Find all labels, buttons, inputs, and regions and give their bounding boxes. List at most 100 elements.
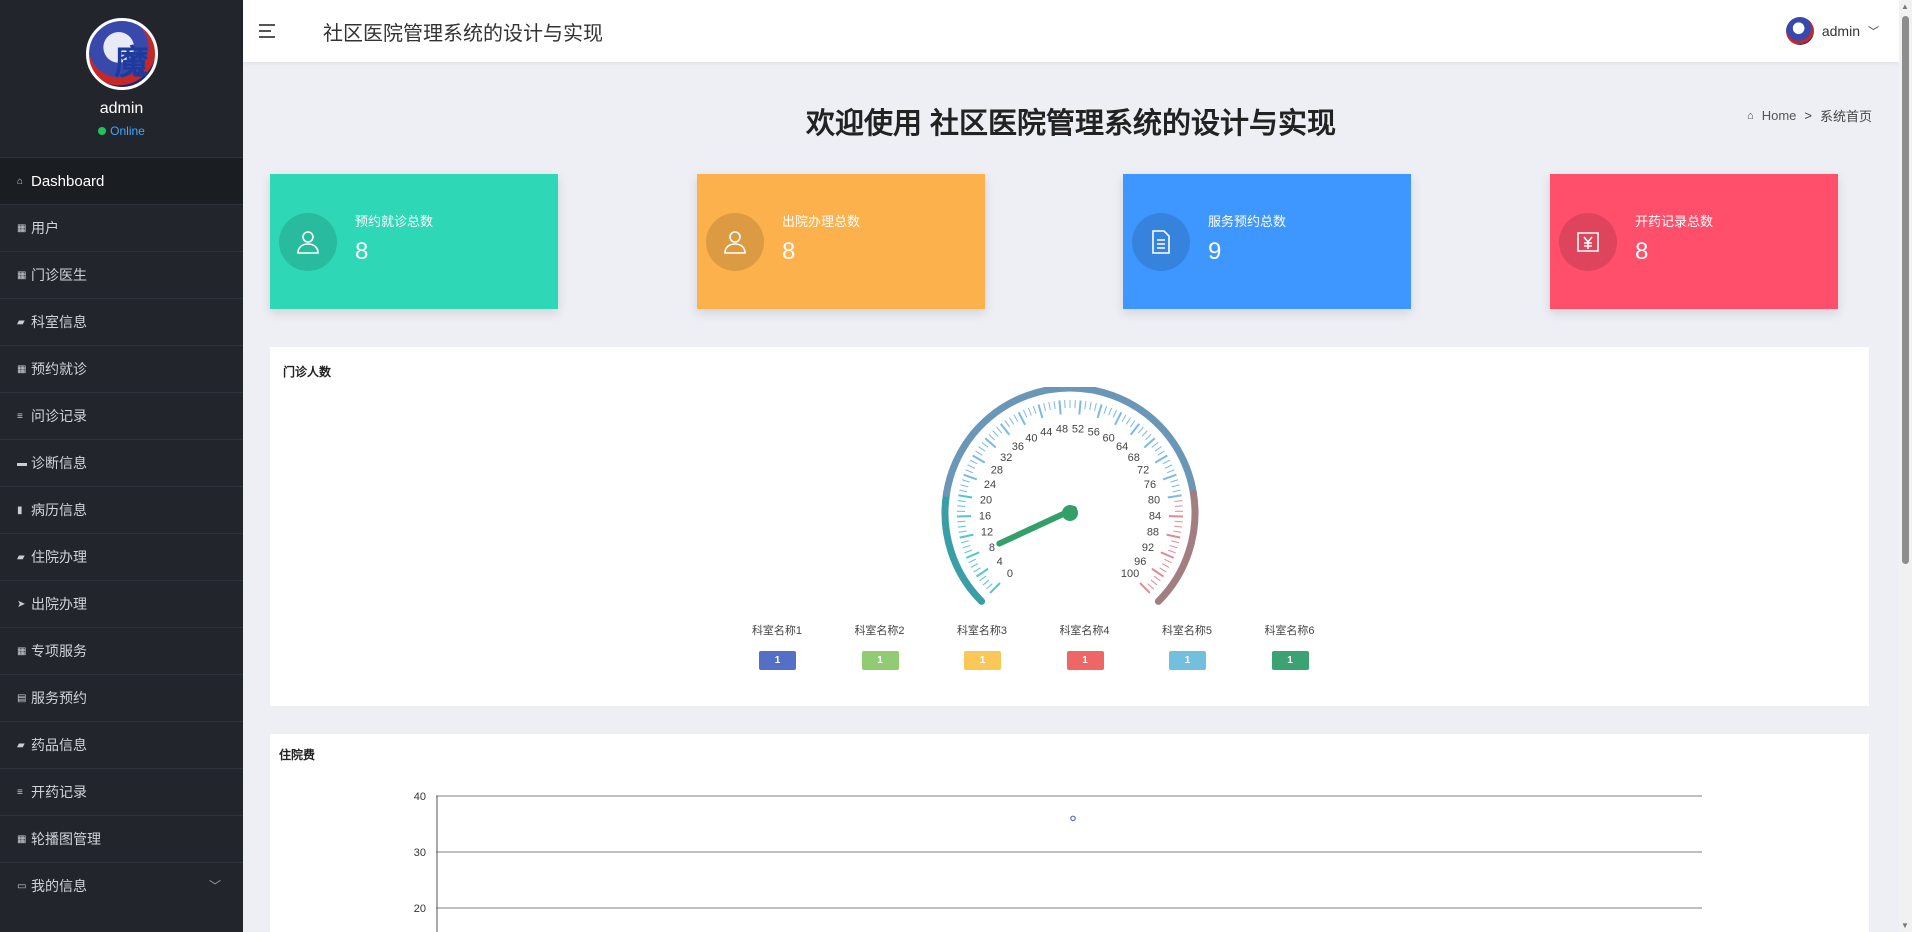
gauge-minor-tick [1170, 479, 1179, 483]
gauge-minor-tick [1162, 459, 1171, 465]
scroll-up-icon[interactable]: ▲ [1901, 2, 1909, 11]
gauge-legend-value: 1 [1066, 651, 1104, 670]
gauge-minor-tick [1174, 520, 1183, 523]
gauge-tick-label: 44 [1040, 426, 1052, 438]
user-menu-name: admin [1821, 23, 1860, 39]
menu-toggle-icon[interactable] [259, 20, 281, 42]
gauge-tick-label: 4 [997, 556, 1003, 568]
sidebar-item-users[interactable]: ▦ 用户 [0, 204, 243, 251]
gauge-legend-value: 1 [964, 651, 1001, 670]
yuan-icon [1559, 212, 1617, 271]
sidebar-menu: ⌂ Dashboard ▦ 用户 ▦ 门诊医生 ▰ 科室信息 ▦ 预约就诊 ≡ 问诊记录 ▬… [0, 157, 243, 909]
gauge-tick-label: 48 [1056, 423, 1068, 435]
scroll-down-icon[interactable]: ▼ [1901, 921, 1909, 930]
list-icon: ≡ [17, 410, 23, 422]
sidebar-item-prescriptions[interactable]: ≡ 开药记录 [0, 768, 243, 815]
gauge-minor-tick [1161, 563, 1170, 568]
sidebar-item-label: Dashboard [31, 172, 105, 190]
gauge-major-tick [1058, 400, 1062, 415]
sidebar-item-consultations[interactable]: ≡ 问诊记录 [0, 392, 243, 439]
gauge-minor-tick [1166, 469, 1175, 474]
stat-card-prescriptions[interactable]: 开药记录总数 8 [1550, 174, 1838, 309]
gauge-minor-tick [1004, 420, 1011, 428]
gauge-major-tick [1096, 404, 1103, 419]
sidebar-item-special-services[interactable]: ▦ 专项服务 [0, 627, 243, 674]
gauge-minor-tick [975, 450, 983, 456]
hospitalization-fee-chart: 40 30 20 [414, 791, 1702, 932]
gauge-tick-label: 24 [984, 479, 996, 491]
gauge-minor-tick [1043, 403, 1046, 412]
sidebar-item-dashboard[interactable]: ⌂ Dashboard [0, 157, 243, 204]
sidebar-item-service-booking[interactable]: ▤ 服务预约 [0, 674, 243, 721]
breadcrumb-home[interactable]: Home [1762, 108, 1797, 123]
sidebar-item-discharge[interactable]: ➤ 出院办理 [0, 580, 243, 627]
gauge-minor-tick [1121, 414, 1127, 423]
page-scrollbar[interactable]: ▲ ▼ [1899, 0, 1912, 932]
gauge-tick-label: 88 [1147, 527, 1159, 539]
gauge-minor-tick [967, 464, 976, 469]
sidebar-item-label: 住院办理 [31, 549, 87, 565]
gauge-legend-value: 1 [759, 651, 796, 670]
gauge-major-tick [1167, 494, 1182, 499]
gauge-tick-label: 76 [1144, 479, 1156, 491]
gauge-major-tick [963, 473, 978, 481]
sidebar-item-medical-records[interactable]: ▮ 病历信息 [0, 486, 243, 533]
gauge-legend-label: 科室名称5 [1161, 625, 1213, 637]
comment-icon: ▰ [17, 739, 25, 751]
sidebar-item-medicines[interactable]: ▰ 药品信息 [0, 721, 243, 768]
status-badge: Online [98, 124, 145, 138]
sidebar-item-doctors[interactable]: ▦ 门诊医生 [0, 251, 243, 298]
gauge-minor-tick [957, 500, 966, 502]
gauge-minor-tick [1147, 583, 1154, 590]
gauge-minor-tick [1129, 420, 1136, 428]
y-tick-label: 20 [414, 903, 426, 915]
user-menu[interactable]: admin ﹀ [1785, 17, 1879, 45]
avatar [1785, 17, 1814, 45]
gauge-major-tick [1037, 404, 1044, 419]
sidebar-item-diagnoses[interactable]: ▬ 诊断信息 [0, 439, 243, 486]
chevron-down-icon: ﹀ [208, 879, 221, 893]
user-icon [279, 212, 337, 271]
home-icon: ⌂ [17, 175, 24, 187]
gauge-tick-label: 32 [1000, 452, 1012, 464]
breadcrumb-separator: > [1804, 108, 1812, 123]
profile: admin Online [0, 0, 243, 157]
stat-card-appointments[interactable]: 预约就诊总数 8 [270, 174, 558, 309]
gauge-major-tick [965, 551, 980, 559]
gauge-minor-tick [964, 549, 972, 554]
gauge-hub [1062, 505, 1078, 521]
gauge-major-tick [1151, 567, 1165, 578]
gauge-minor-tick [988, 434, 995, 441]
sidebar-item-my-info[interactable]: ▭ 我的信息 ﹀ [0, 862, 243, 909]
sidebar-item-carousel[interactable]: ▦ 轮播图管理 [0, 815, 243, 862]
gauge-minor-tick [968, 558, 976, 564]
gauge-minor-tick [1174, 505, 1183, 507]
sidebar-item-label: 出院办理 [31, 596, 87, 612]
gauge-minor-tick [962, 544, 971, 549]
sidebar-item-appointments[interactable]: ▦ 预约就诊 [0, 345, 243, 392]
gauge-major-tick [1114, 411, 1123, 426]
sidebar-item-label: 诊断信息 [31, 455, 87, 471]
gauge-minor-tick [1153, 575, 1161, 582]
breadcrumb: ⌂ Home > 系统首页 [1747, 106, 1872, 125]
sidebar: admin Online ⌂ Dashboard ▦ 用户 ▦ 门诊医生 ▰ 科室信息 … [0, 0, 243, 932]
gauge-minor-tick [1023, 409, 1028, 418]
send-icon: ➤ [17, 598, 26, 610]
scroll-thumb[interactable] [1902, 16, 1909, 564]
gauge-minor-tick [1094, 403, 1097, 412]
gauge-minor-tick [1169, 544, 1178, 549]
stat-card-discharges[interactable]: 出院办理总数 8 [697, 174, 985, 309]
gauge-minor-tick [1103, 405, 1108, 414]
stat-card-service-bookings[interactable]: 服务预约总数 9 [1123, 174, 1411, 309]
sidebar-item-departments[interactable]: ▰ 科室信息 [0, 298, 243, 345]
comment-icon: ▰ [17, 551, 25, 563]
gauge-major-tick [1078, 400, 1082, 415]
gauge-minor-tick [1112, 409, 1117, 418]
sidebar-item-admission[interactable]: ▰ 住院办理 [0, 533, 243, 580]
gauge-minor-tick [1150, 579, 1158, 586]
gauge-tick-label: 56 [1088, 426, 1100, 438]
document-icon [1132, 212, 1190, 271]
online-dot-icon [98, 127, 107, 135]
gauge-minor-tick [1125, 417, 1131, 425]
gauge-minor-tick [959, 489, 968, 493]
